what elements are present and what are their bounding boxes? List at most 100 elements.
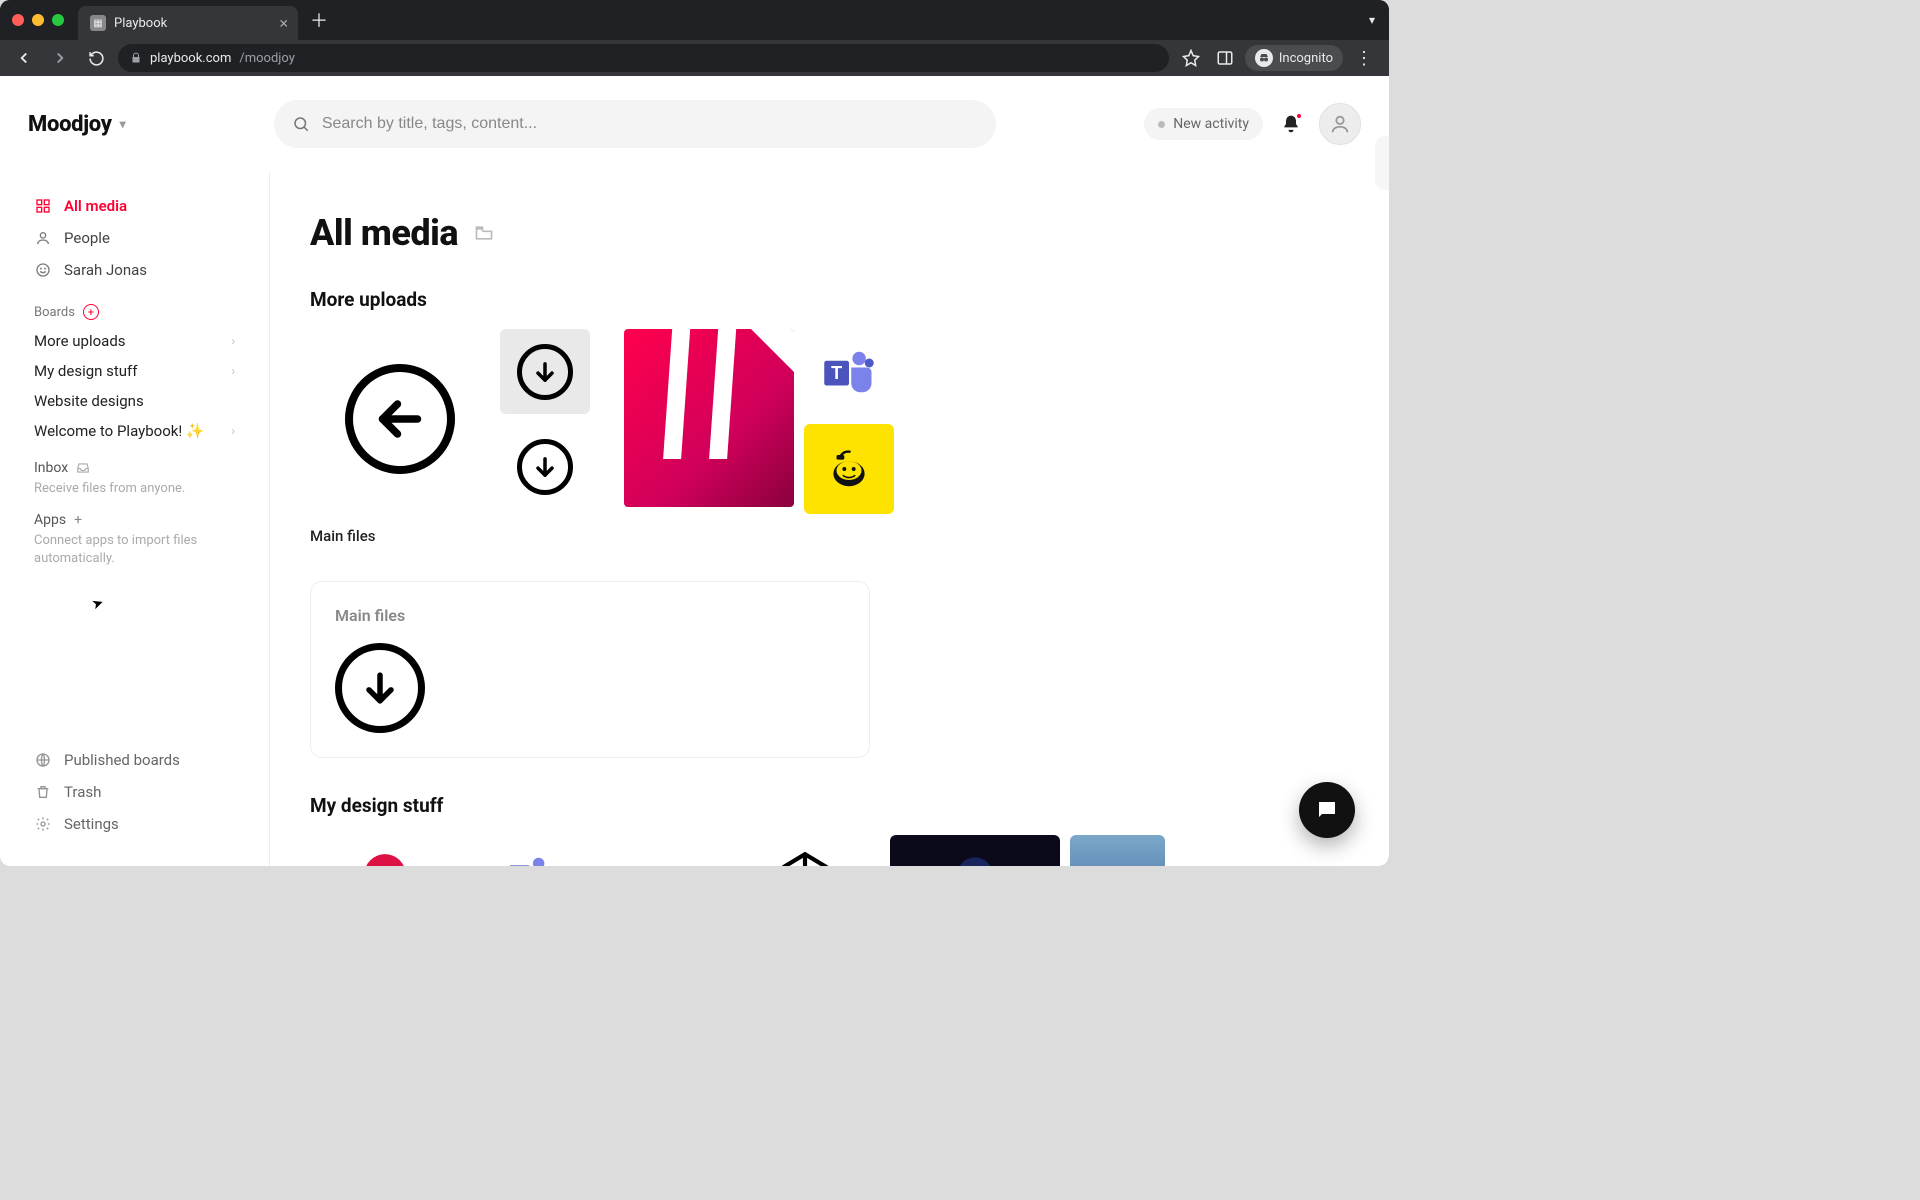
thumbnail-tile — [500, 329, 590, 414]
activity-chip[interactable]: New activity — [1144, 108, 1263, 140]
sidebar-item-label: Trash — [64, 783, 101, 801]
board-cluster-main-files[interactable]: Main files — [310, 329, 590, 545]
sidebar-item-published[interactable]: Published boards — [20, 744, 249, 776]
svg-text:T: T — [831, 362, 842, 382]
right-edge-handle[interactable] — [1375, 136, 1389, 190]
activity-label: New activity — [1173, 116, 1249, 132]
chevron-right-icon: › — [231, 424, 235, 438]
sidebar-board-my-design-stuff[interactable]: My design stuff › — [0, 356, 269, 386]
address-bar[interactable]: playbook.com/moodjoy — [118, 44, 1169, 72]
folder-icon[interactable] — [474, 223, 494, 243]
bookmark-star-icon[interactable] — [1177, 44, 1205, 72]
sidebar-board-website-designs[interactable]: Website designs — [0, 386, 269, 416]
sidebar-board-welcome[interactable]: Welcome to Playbook! ✨ › — [0, 416, 269, 446]
section-title-more-uploads: More uploads — [310, 288, 1349, 311]
browser-tab[interactable]: ▦ Playbook × — [78, 6, 298, 40]
teams-icon: T — [507, 852, 553, 866]
avatar-button[interactable] — [1319, 103, 1361, 145]
lock-icon — [130, 52, 142, 64]
smile-icon — [34, 261, 52, 279]
notification-badge — [1295, 112, 1303, 120]
search-icon — [292, 115, 310, 133]
main-content: All media More uploads — [270, 172, 1389, 866]
sub-board-main-files[interactable]: Main files — [310, 581, 870, 758]
window-controls — [12, 14, 64, 26]
add-app-button[interactable]: + — [74, 512, 82, 528]
back-button[interactable] — [10, 44, 38, 72]
chevron-right-icon: › — [231, 364, 235, 378]
apps-desc: Connect apps to import files automatical… — [34, 532, 235, 568]
tab-favicon: ▦ — [90, 15, 106, 31]
board-label: Website designs — [34, 392, 144, 410]
sidebar-item-settings[interactable]: Settings — [20, 808, 249, 840]
sidebar-item-trash[interactable]: Trash — [20, 776, 249, 808]
sub-board-title: Main files — [335, 606, 845, 625]
sidebar-item-label: Sarah Jonas — [64, 261, 147, 279]
url-host: playbook.com — [150, 51, 231, 66]
trash-icon — [34, 783, 52, 801]
arrow-left-circle-icon — [345, 364, 455, 474]
chat-icon — [1315, 798, 1339, 822]
new-tab-button[interactable]: ＋ — [310, 7, 328, 33]
tabs-menu-button[interactable]: ▾ — [1369, 13, 1375, 27]
arrow-down-circle-icon — [335, 643, 425, 733]
board-cluster-design[interactable]: T — [310, 835, 1349, 866]
section-title-my-design-stuff: My design stuff — [310, 794, 1349, 817]
thumbnail-tile: T — [470, 835, 590, 866]
app-header: Moodjoy ▾ New activity — [0, 76, 1389, 172]
workspace-switcher[interactable]: Moodjoy ▾ — [28, 112, 125, 137]
board-cluster-logos[interactable]: T — [624, 329, 894, 532]
add-board-button[interactable]: + — [83, 304, 99, 320]
reload-button[interactable] — [82, 44, 110, 72]
boards-section-title: Boards + — [0, 286, 269, 326]
thumbnail-tile — [500, 424, 590, 509]
workspace-name: Moodjoy — [28, 112, 112, 137]
browser-menu-button[interactable]: ⋮ — [1349, 48, 1379, 69]
board-label: Welcome to Playbook! ✨ — [34, 422, 205, 440]
arrow-down-circle-icon — [517, 439, 573, 495]
thumbnail-tile — [310, 835, 460, 866]
sidebar-item-sarah[interactable]: Sarah Jonas — [20, 254, 249, 286]
inbox-icon[interactable] — [76, 461, 90, 475]
url-path: /moodjoy — [239, 51, 295, 66]
board-label: My design stuff — [34, 362, 138, 380]
person-icon — [34, 229, 52, 247]
thumbnail-tile — [1070, 835, 1165, 866]
incognito-label: Incognito — [1279, 51, 1333, 66]
inbox-title: Inbox — [34, 460, 68, 476]
mailchimp-icon — [824, 444, 874, 494]
window-minimize-button[interactable] — [32, 14, 44, 26]
globe-icon — [34, 751, 52, 769]
thumbnail-tile — [804, 424, 894, 514]
window-close-button[interactable] — [12, 14, 24, 26]
sidebar: All media People Sarah Jonas — [0, 172, 270, 866]
incognito-chip[interactable]: Incognito — [1245, 45, 1343, 71]
sidebar-item-label: Settings — [64, 815, 119, 833]
sidebar-item-all-media[interactable]: All media — [20, 190, 249, 222]
search-bar[interactable] — [274, 100, 996, 148]
browser-tabstrip: ▦ Playbook × ＋ ▾ — [0, 0, 1389, 40]
thumbnail-tile: T — [804, 329, 894, 414]
teams-icon: T — [822, 345, 876, 399]
panel-icon[interactable] — [1211, 44, 1239, 72]
forward-button[interactable] — [46, 44, 74, 72]
inbox-section: Inbox Receive files from anyone. — [0, 446, 269, 498]
chevron-right-icon: › — [231, 334, 235, 348]
sidebar-board-more-uploads[interactable]: More uploads › — [0, 326, 269, 356]
notifications-button[interactable] — [1281, 114, 1301, 134]
thumbnail-tile — [624, 329, 794, 507]
sidebar-item-label: Published boards — [64, 751, 180, 769]
chat-fab-button[interactable] — [1299, 782, 1355, 838]
incognito-icon — [1255, 49, 1273, 67]
search-input[interactable] — [322, 115, 978, 133]
inbox-desc: Receive files from anyone. — [34, 480, 235, 498]
activity-dot-icon — [1158, 121, 1165, 128]
sidebar-item-people[interactable]: People — [20, 222, 249, 254]
sidebar-item-label: People — [64, 229, 110, 247]
board-label: More uploads — [34, 332, 126, 350]
window-zoom-button[interactable] — [52, 14, 64, 26]
apps-title: Apps — [34, 512, 66, 528]
page-title: All media — [310, 212, 458, 254]
codepen-icon — [780, 850, 830, 866]
tab-close-button[interactable]: × — [279, 14, 288, 33]
